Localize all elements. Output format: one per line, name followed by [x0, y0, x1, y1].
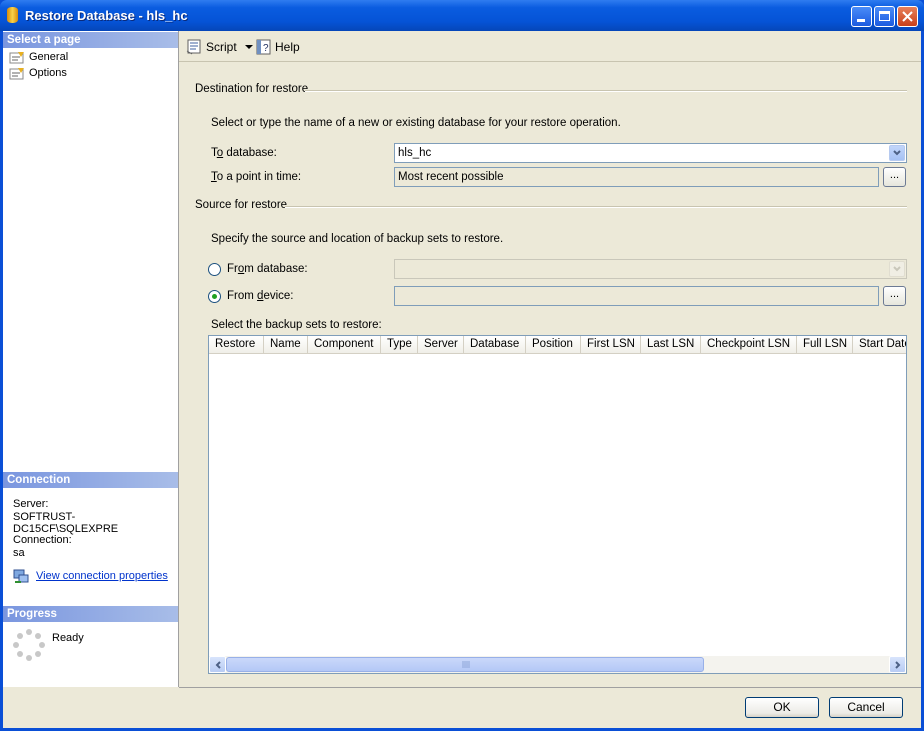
from-database-label-prefix: Fr: [227, 263, 238, 275]
column-header-restore[interactable]: Restore: [209, 336, 264, 353]
scroll-left-button[interactable]: [209, 656, 226, 673]
scroll-thumb[interactable]: [226, 657, 704, 672]
column-header-last-lsn[interactable]: Last LSN: [641, 336, 701, 353]
backup-sets-grid-header: Restore Name Component Type Server Database Po…: [209, 336, 906, 354]
footer-divider: [179, 687, 921, 688]
restore-database-window: Restore Database - hls_hc Select a page …: [0, 0, 924, 731]
page-general-icon: [9, 51, 25, 64]
from-device-radio[interactable]: [208, 290, 221, 303]
maximize-button[interactable]: [874, 6, 895, 27]
help-label: Help: [275, 40, 300, 54]
script-button[interactable]: Script: [186, 39, 254, 55]
from-database-combobox[interactable]: [394, 259, 907, 279]
destination-instruction: Select or type the name of a new or exis…: [211, 117, 621, 129]
chevron-down-icon: [244, 45, 253, 49]
from-device-label-suffix: evice:: [263, 290, 294, 302]
from-device-browse-button[interactable]: ...: [883, 286, 906, 306]
column-header-start-date[interactable]: Start Date: [853, 336, 906, 353]
point-in-time-browse-button[interactable]: ...: [883, 167, 906, 187]
script-label: Script: [206, 40, 237, 54]
source-instruction: Specify the source and location of backu…: [211, 233, 504, 245]
destination-divider: [305, 90, 907, 92]
connection-label: Connection:: [13, 534, 72, 546]
grip-icon: [462, 661, 470, 668]
column-header-position[interactable]: Position: [526, 336, 581, 353]
dialog-client-area: Select a page General Options Connection…: [3, 31, 921, 728]
page-item-general[interactable]: General: [9, 49, 68, 65]
horizontal-scrollbar[interactable]: [209, 656, 906, 673]
column-header-full-lsn[interactable]: Full LSN: [797, 336, 853, 353]
page-item-general-label: General: [29, 51, 69, 63]
server-label: Server:: [13, 498, 49, 510]
close-icon: [902, 11, 913, 22]
progress-status: Ready: [52, 632, 84, 644]
destination-group-label: Destination for restore: [195, 83, 309, 95]
select-page-header: Select a page: [3, 32, 178, 48]
server-value: SOFTRUST-DC15CF\SQLEXPRE: [13, 511, 119, 535]
connection-header: Connection: [3, 472, 178, 488]
from-device-label-prefix: From: [227, 290, 258, 302]
chevron-down-icon: [893, 150, 901, 156]
column-header-name[interactable]: Name: [264, 336, 308, 353]
from-database-dropdown-button[interactable]: [889, 261, 905, 277]
from-database-label: From database:: [227, 263, 308, 275]
maximize-icon: [879, 11, 890, 21]
column-header-type[interactable]: Type: [381, 336, 418, 353]
ok-button[interactable]: OK: [745, 697, 819, 718]
page-item-options[interactable]: Options: [9, 65, 67, 81]
view-connection-properties-link[interactable]: View connection properties: [36, 570, 168, 582]
progress-spinner-icon: [13, 629, 45, 664]
connection-properties-icon: [13, 568, 29, 587]
to-database-value: hls_hc: [398, 147, 432, 159]
radio-selected-dot: [212, 294, 217, 299]
point-in-time-value: Most recent possible: [398, 171, 504, 183]
to-database-dropdown-button[interactable]: [889, 145, 905, 161]
backup-sets-label: Select the backup sets to restore:: [211, 319, 382, 331]
column-header-component[interactable]: Component: [308, 336, 381, 353]
chevron-down-icon: [893, 266, 901, 272]
page-options-icon: [9, 67, 25, 80]
left-pane: Select a page General Options Connection…: [3, 31, 179, 687]
from-device-label: From device:: [227, 290, 293, 302]
cancel-button[interactable]: Cancel: [829, 697, 903, 718]
column-header-first-lsn[interactable]: First LSN: [581, 336, 641, 353]
point-in-time-label: To a point in time:: [211, 171, 301, 183]
to-database-label-suffix: database:: [223, 147, 277, 159]
help-icon: ?: [256, 39, 271, 55]
from-database-radio[interactable]: [208, 263, 221, 276]
column-header-server[interactable]: Server: [418, 336, 464, 353]
source-divider: [285, 206, 907, 208]
from-device-field: [394, 286, 879, 306]
column-header-database[interactable]: Database: [464, 336, 526, 353]
minimize-icon: [857, 19, 865, 22]
toolbar: Script ? Help: [179, 31, 921, 62]
help-button[interactable]: ? Help: [256, 39, 300, 55]
from-database-label-suffix: m database:: [244, 263, 308, 275]
to-database-label: To database:: [211, 147, 277, 159]
progress-header: Progress: [3, 606, 178, 622]
column-header-checkpoint-lsn[interactable]: Checkpoint LSN: [701, 336, 797, 353]
close-button[interactable]: [897, 6, 918, 27]
backup-sets-grid[interactable]: Restore Name Component Type Server Database Po…: [208, 335, 907, 674]
minimize-button[interactable]: [851, 6, 872, 27]
title-bar[interactable]: Restore Database - hls_hc: [0, 0, 924, 31]
svg-text:?: ?: [263, 43, 269, 54]
to-database-combobox[interactable]: hls_hc: [394, 143, 907, 163]
window-title: Restore Database - hls_hc: [25, 8, 188, 23]
source-group-label: Source for restore: [195, 199, 288, 211]
database-icon: [7, 7, 18, 23]
connection-value: sa: [13, 547, 25, 559]
point-in-time-label-suffix: o a point in time:: [216, 171, 302, 183]
chevron-left-icon: [215, 660, 221, 669]
page-item-options-label: Options: [29, 67, 67, 79]
chevron-right-icon: [894, 660, 900, 669]
script-icon: [186, 39, 201, 55]
scroll-right-button[interactable]: [889, 656, 906, 673]
point-in-time-field: Most recent possible: [394, 167, 879, 187]
